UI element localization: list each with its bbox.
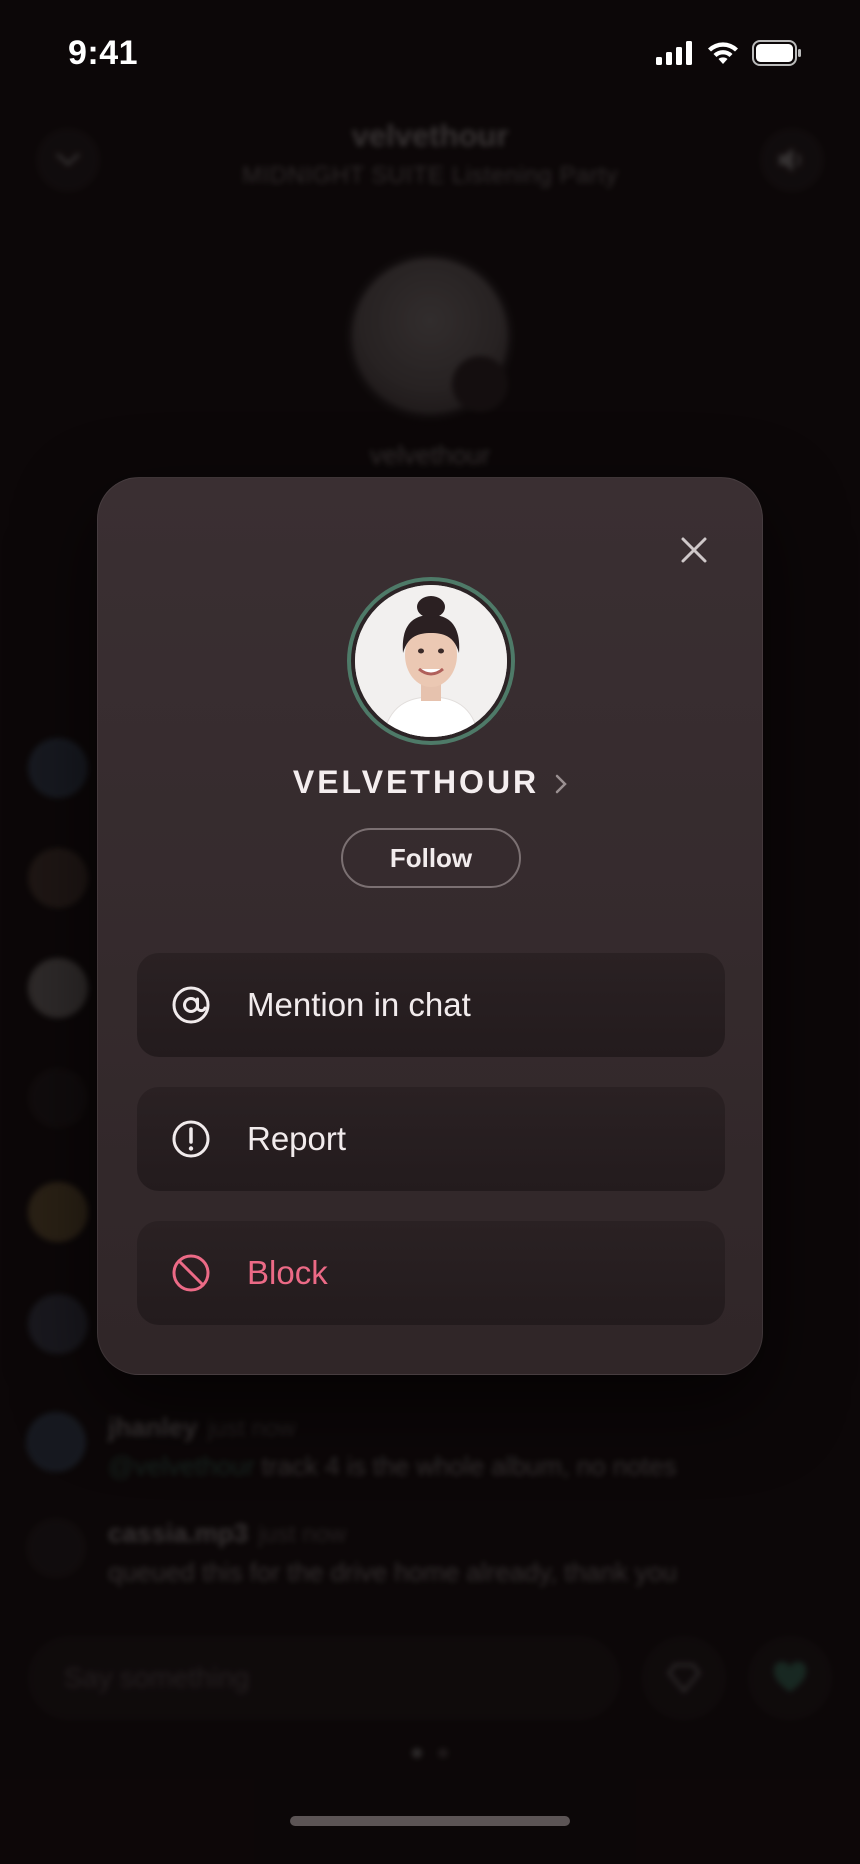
profile-username: VELVETHOUR bbox=[292, 764, 540, 800]
home-indicator[interactable] bbox=[290, 1816, 570, 1826]
block-label: Block bbox=[247, 1254, 328, 1291]
mention-in-chat-button[interactable]: Mention in chat bbox=[137, 953, 725, 1057]
avatar-photo bbox=[355, 585, 507, 737]
block-icon bbox=[171, 1253, 211, 1293]
status-icons bbox=[656, 40, 802, 66]
profile-avatar bbox=[347, 577, 515, 745]
chevron-right-icon bbox=[555, 774, 567, 793]
mention-in-chat-label: Mention in chat bbox=[247, 986, 471, 1023]
person-portrait-icon bbox=[355, 585, 507, 737]
status-bar: 9:41 bbox=[0, 0, 860, 110]
screen: 9:41 velvethour MIDNIGHT SUITE Listening… bbox=[0, 0, 860, 1864]
follow-button[interactable]: Follow bbox=[341, 828, 521, 888]
report-button[interactable]: Report bbox=[137, 1087, 725, 1191]
alert-circle-icon bbox=[171, 1119, 211, 1159]
close-button[interactable] bbox=[672, 528, 716, 572]
block-button[interactable]: Block bbox=[137, 1221, 725, 1325]
close-icon bbox=[681, 537, 707, 563]
at-sign-icon bbox=[171, 985, 211, 1025]
profile-name-link[interactable]: VELVETHOUR bbox=[98, 764, 762, 801]
report-label: Report bbox=[247, 1120, 347, 1157]
profile-modal: VELVETHOUR Follow Mention in chat Report… bbox=[97, 477, 763, 1375]
status-time: 9:41 bbox=[68, 34, 139, 72]
wifi-icon bbox=[708, 42, 738, 64]
cellular-signal-icon bbox=[656, 41, 692, 65]
battery-icon bbox=[752, 40, 801, 66]
